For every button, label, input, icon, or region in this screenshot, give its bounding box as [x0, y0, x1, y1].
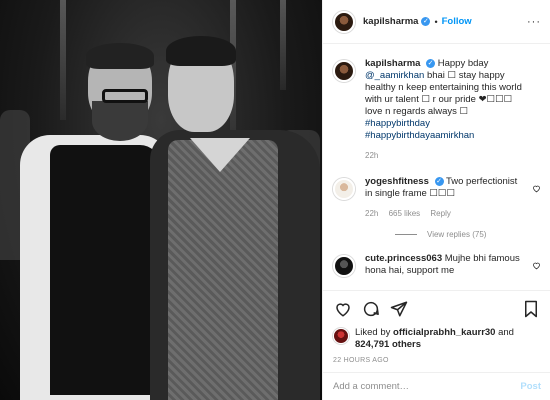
post-photo[interactable] [0, 0, 322, 400]
follow-button[interactable]: Follow [442, 16, 472, 27]
separator-dot: • [434, 16, 438, 27]
hashtag-link[interactable]: #happybirthday [365, 118, 525, 130]
person-right [150, 36, 320, 400]
liker-username[interactable]: officialprabhh_kaurr30 [393, 327, 495, 338]
comment-heart-icon[interactable] [532, 184, 541, 195]
comment-item: cute.princess063 Mujhe bhi famous hona h… [333, 253, 541, 277]
avatar[interactable] [333, 60, 355, 82]
avatar[interactable] [333, 255, 355, 277]
reply-button[interactable]: Reply [430, 209, 450, 218]
post-timestamp: 22 HOURS AGO [333, 357, 389, 364]
post-header: kapilsharma ✓ • Follow ··· [323, 0, 550, 44]
bookmark-icon[interactable] [521, 299, 541, 319]
view-replies-button[interactable]: View replies (75) [395, 230, 541, 239]
header-username[interactable]: kapilsharma [363, 16, 418, 27]
comment-username[interactable]: cute.princess063 [365, 253, 442, 264]
more-icon[interactable]: ··· [527, 16, 541, 28]
caption: kapilsharma ✓ Happy bday @_aamirkhan bha… [333, 58, 541, 162]
post-actions: Liked by officialprabhh_kaurr30 and 824,… [323, 290, 550, 372]
caption-username[interactable]: kapilsharma [365, 58, 420, 69]
avatar[interactable] [333, 328, 349, 344]
likes-prefix: Liked by [355, 327, 391, 338]
likes-summary: Liked by officialprabhh_kaurr30 and 824,… [333, 327, 541, 351]
likes-count[interactable]: 824,791 others [355, 339, 421, 350]
comment-time: 22h [365, 209, 379, 218]
verified-icon: ✓ [426, 58, 436, 68]
post-side-panel: kapilsharma ✓ • Follow ··· kapilsharma ✓… [322, 0, 550, 400]
add-comment-bar: Post [323, 372, 550, 400]
comment-icon[interactable] [361, 299, 381, 319]
verified-icon: ✓ [434, 176, 444, 186]
caption-text-start: Happy bday [437, 58, 489, 69]
comments-list[interactable]: kapilsharma ✓ Happy bday @_aamirkhan bha… [323, 44, 550, 290]
likes-and: and [498, 327, 514, 338]
avatar[interactable] [333, 10, 355, 33]
share-icon[interactable] [389, 299, 409, 319]
avatar[interactable] [333, 178, 355, 200]
comment-input[interactable] [333, 381, 521, 392]
comment-heart-icon[interactable] [532, 261, 541, 272]
comment-username[interactable]: yogeshfitness [365, 176, 429, 187]
heart-icon[interactable] [333, 299, 353, 319]
verified-icon: ✓ [421, 17, 431, 26]
comment-likes[interactable]: 665 likes [389, 209, 421, 218]
instagram-post: kapilsharma ✓ • Follow ··· kapilsharma ✓… [0, 0, 550, 400]
caption-mention[interactable]: @_aamirkhan [365, 70, 424, 81]
hashtag-link[interactable]: #happybirthdayaamirkhan [365, 130, 525, 142]
post-button[interactable]: Post [520, 381, 541, 392]
comment-item: yogeshfitness ✓ Two perfectionist in sin… [333, 176, 541, 220]
caption-time: 22h [365, 151, 379, 160]
person-left [20, 43, 170, 400]
